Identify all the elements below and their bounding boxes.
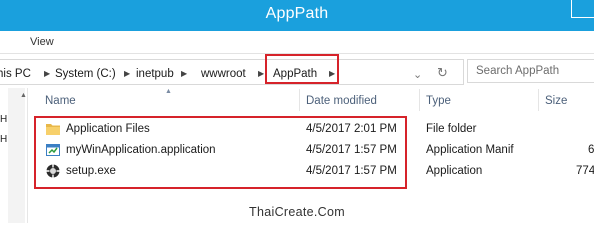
chevron-right-icon[interactable]: ▶ bbox=[124, 69, 130, 78]
tab-view[interactable]: View bbox=[30, 36, 54, 48]
column-header-type[interactable]: Type bbox=[426, 95, 451, 107]
address-bar[interactable]: his PC ▶ System (C:) ▶ inetpub ▶ wwwroot… bbox=[0, 59, 464, 85]
files-highlight bbox=[34, 116, 407, 189]
column-divider[interactable] bbox=[419, 89, 420, 111]
file-type: Application bbox=[426, 165, 483, 177]
nav-item[interactable]: H bbox=[0, 114, 7, 125]
chevron-right-icon[interactable]: ▶ bbox=[258, 69, 264, 78]
column-header-date-modified[interactable]: Date modified bbox=[306, 95, 377, 107]
navigation-pane[interactable]: H H ▲ bbox=[0, 88, 28, 223]
file-type: File folder bbox=[426, 123, 477, 135]
minimize-button[interactable] bbox=[571, 0, 594, 18]
file-size: 6 bbox=[588, 144, 594, 156]
search-placeholder: Search AppPath bbox=[476, 65, 560, 77]
breadcrumb-system-c[interactable]: System (C:) bbox=[55, 68, 116, 80]
scroll-up-icon[interactable]: ▲ bbox=[20, 92, 27, 99]
file-type: Application Manif bbox=[426, 144, 514, 156]
search-input[interactable]: Search AppPath bbox=[467, 59, 594, 83]
chevron-right-icon[interactable]: ▶ bbox=[181, 69, 187, 78]
watermark: ThaiCreate.Com bbox=[249, 205, 345, 219]
ribbon: View bbox=[0, 31, 594, 54]
window-title: AppPath bbox=[265, 5, 329, 22]
breadcrumb-inetpub[interactable]: inetpub bbox=[136, 68, 174, 80]
sort-ascending-icon: ▲ bbox=[165, 88, 172, 95]
nav-item[interactable]: H bbox=[0, 134, 7, 145]
chevron-down-icon[interactable]: ⌄ bbox=[413, 68, 422, 81]
column-header-size[interactable]: Size bbox=[545, 95, 567, 107]
column-header-name[interactable]: Name bbox=[45, 95, 76, 107]
current-folder-highlight bbox=[265, 54, 339, 84]
breadcrumb-wwwroot[interactable]: wwwroot bbox=[201, 68, 246, 80]
column-divider[interactable] bbox=[538, 89, 539, 111]
refresh-icon[interactable]: ↻ bbox=[437, 65, 448, 81]
breadcrumb-this-pc[interactable]: his PC bbox=[0, 68, 31, 80]
file-size: 774 bbox=[576, 165, 594, 177]
title-bar: AppPath bbox=[0, 0, 594, 31]
scrollbar[interactable]: ▲ bbox=[8, 88, 27, 223]
chevron-right-icon[interactable]: ▶ bbox=[44, 69, 50, 78]
column-divider[interactable] bbox=[299, 89, 300, 111]
